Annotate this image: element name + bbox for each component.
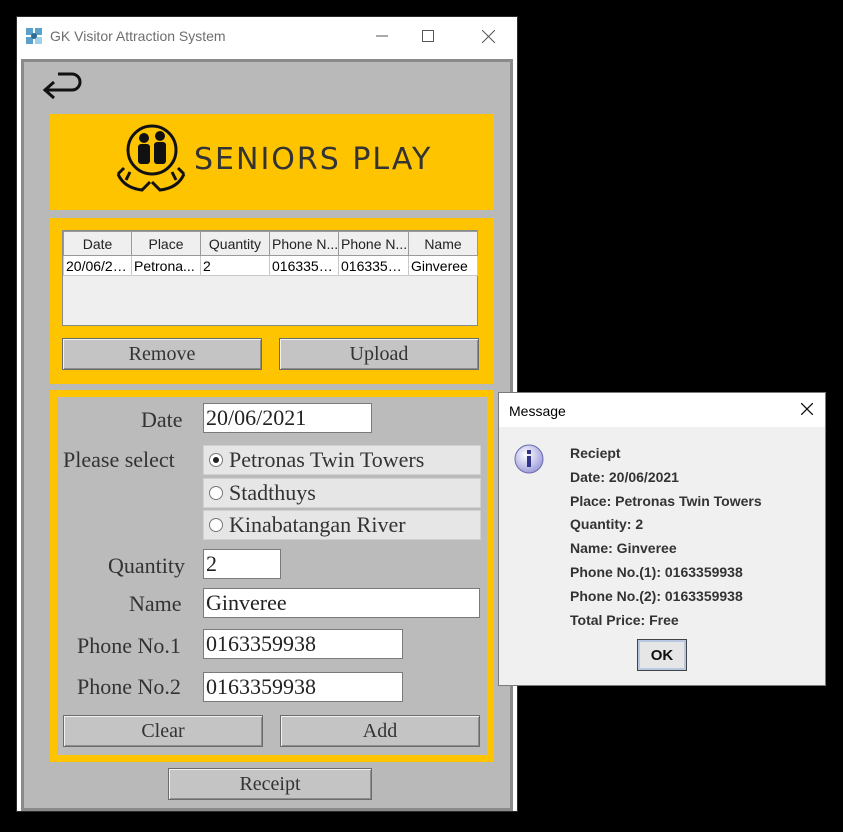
- back-arrow-icon[interactable]: [38, 72, 84, 108]
- phone1-input[interactable]: 0163359938: [203, 629, 403, 659]
- quantity-label: Quantity: [108, 553, 185, 578]
- table-cell[interactable]: 0163359...: [269, 255, 339, 276]
- minimize-button[interactable]: [359, 17, 405, 55]
- quantity-input[interactable]: 2: [203, 549, 281, 579]
- table-cell[interactable]: 2: [200, 255, 270, 276]
- place-radio-label: Petronas Twin Towers: [229, 447, 425, 472]
- banner-title: SENIORS PLAY: [194, 142, 433, 177]
- name-input[interactable]: Ginveree: [203, 588, 480, 618]
- column-header-date[interactable]: Date: [63, 231, 132, 256]
- title-bar[interactable]: GK Visitor Attraction System: [17, 17, 517, 55]
- message-line: Reciept: [570, 445, 621, 461]
- message-line: Phone No.(1): 0163359938: [570, 563, 743, 580]
- close-icon: [481, 29, 495, 43]
- phone2-label: Phone No.2: [77, 674, 181, 699]
- banner-panel: SENIORS PLAY: [50, 114, 494, 210]
- radio-unselected-icon: [209, 518, 223, 532]
- radio-unselected-icon: [209, 486, 223, 500]
- place-radio-petronas[interactable]: Petronas Twin Towers: [203, 445, 481, 475]
- dialog-message: Reciept Date: 20/06/2021 Place: Petronas…: [570, 443, 762, 633]
- dialog-title-bar[interactable]: Message: [499, 393, 825, 427]
- window-title: GK Visitor Attraction System: [50, 28, 226, 44]
- table-cell[interactable]: Petrona...: [131, 255, 201, 276]
- client-area: SENIORS PLAY Date Place Quantity Phone N…: [21, 59, 513, 811]
- seniors-logo-icon: [116, 124, 186, 192]
- column-header-phone2[interactable]: Phone N...: [338, 231, 409, 256]
- message-line: Total Price: Free: [570, 611, 679, 628]
- place-radio-label: Stadthuys: [229, 480, 316, 505]
- maximize-icon: [422, 30, 434, 42]
- close-icon: [801, 403, 813, 415]
- app-icon: [26, 28, 42, 44]
- dialog-title: Message: [509, 403, 566, 419]
- message-line: Place: Petronas Twin Towers: [570, 492, 762, 509]
- table-cell[interactable]: Ginveree: [408, 255, 478, 276]
- date-input[interactable]: 20/06/2021: [203, 403, 372, 433]
- message-line: Quantity: 2: [570, 516, 644, 533]
- upload-button[interactable]: Upload: [279, 338, 479, 370]
- column-header-phone1[interactable]: Phone N...: [269, 231, 339, 256]
- message-line: Phone No.(2): 0163359938: [570, 587, 743, 604]
- maximize-button[interactable]: [405, 17, 451, 55]
- column-header-quantity[interactable]: Quantity: [200, 231, 270, 256]
- bookings-table[interactable]: Date Place Quantity Phone N... Phone N..…: [63, 231, 478, 276]
- place-radio-kinabatangan[interactable]: Kinabatangan River: [203, 510, 481, 540]
- radio-selected-icon: [209, 453, 223, 467]
- main-window: GK Visitor Attraction System SENIORS PLA…: [16, 16, 518, 812]
- dialog-close-button[interactable]: [797, 399, 817, 419]
- add-button[interactable]: Add: [280, 715, 480, 747]
- remove-button[interactable]: Remove: [62, 338, 262, 370]
- table-panel: Date Place Quantity Phone N... Phone N..…: [50, 218, 494, 384]
- receipt-button[interactable]: Receipt: [168, 768, 372, 800]
- phone2-input[interactable]: 0163359938: [203, 672, 403, 702]
- table-cell[interactable]: 0163359...: [338, 255, 409, 276]
- message-line: Date: 20/06/2021: [570, 468, 679, 485]
- column-header-place[interactable]: Place: [131, 231, 201, 256]
- table-row[interactable]: 20/06/20... Petrona... 2 0163359... 0163…: [63, 255, 478, 276]
- name-label: Name: [129, 591, 182, 616]
- table-cell[interactable]: 20/06/20...: [63, 255, 132, 276]
- place-select-label: Please select: [63, 447, 175, 472]
- place-radio-label: Kinabatangan River: [229, 512, 406, 537]
- booking-form: Date 20/06/2021 Please select Petronas T…: [57, 397, 487, 755]
- date-label: Date: [141, 407, 183, 432]
- close-button[interactable]: [465, 17, 511, 55]
- table-header-row: Date Place Quantity Phone N... Phone N..…: [63, 231, 478, 256]
- message-dialog: Message Reciept Date: 20/06/2021 Place: …: [498, 392, 826, 686]
- info-icon: [514, 444, 544, 474]
- phone1-label: Phone No.1: [77, 633, 181, 658]
- bookings-table-scrollpane[interactable]: Date Place Quantity Phone N... Phone N..…: [62, 230, 478, 326]
- message-line: Name: Ginveree: [570, 540, 677, 557]
- booking-form-panel: Date 20/06/2021 Please select Petronas T…: [50, 390, 494, 762]
- clear-button[interactable]: Clear: [63, 715, 263, 747]
- column-header-name[interactable]: Name: [408, 231, 478, 256]
- ok-button[interactable]: OK: [637, 639, 687, 671]
- place-radio-stadthuys[interactable]: Stadthuys: [203, 478, 481, 508]
- minimize-icon: [376, 35, 388, 37]
